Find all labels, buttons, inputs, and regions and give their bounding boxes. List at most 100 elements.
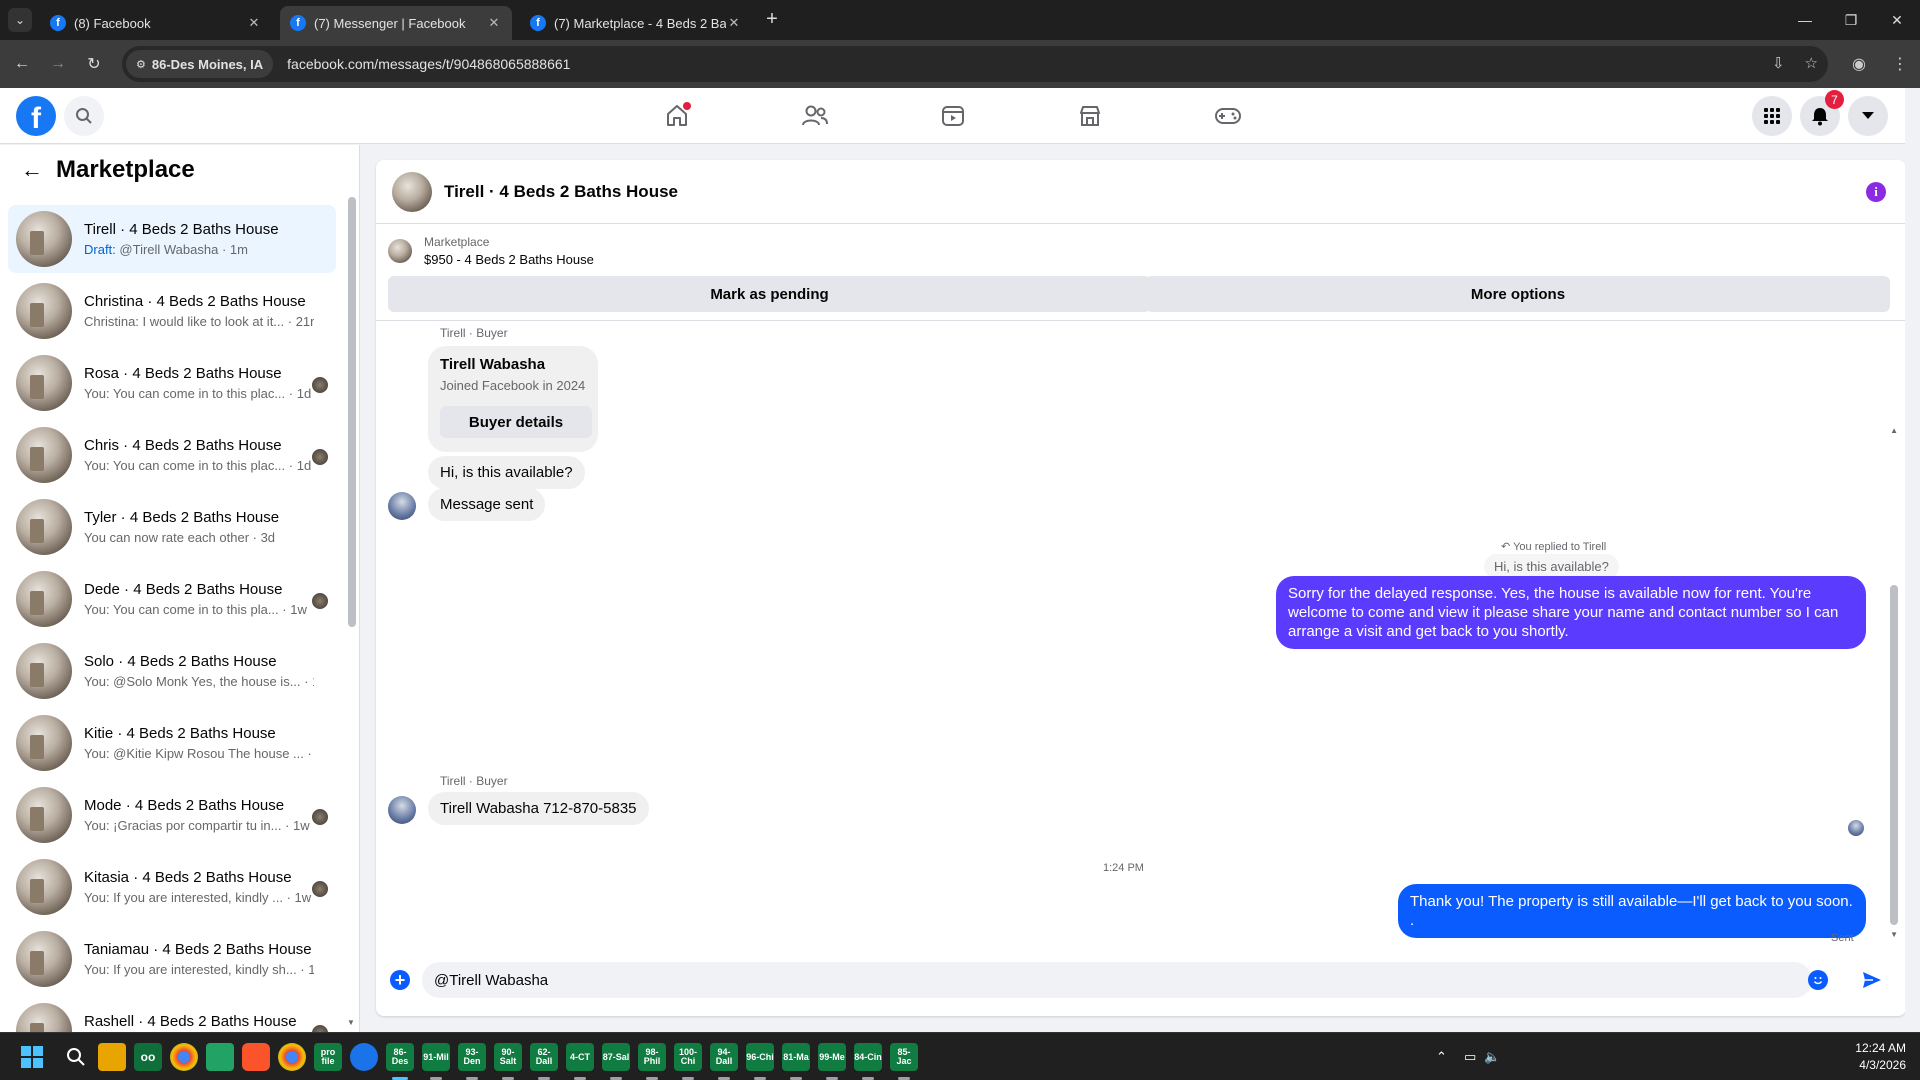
menu-button[interactable]: [1752, 96, 1792, 136]
message-bubble-incoming[interactable]: Hi, is this available?: [428, 456, 585, 489]
plus-icon[interactable]: +: [390, 970, 410, 990]
pinned-app-icon[interactable]: 85-Jac: [890, 1043, 918, 1071]
minimize-icon[interactable]: —: [1782, 0, 1828, 40]
conversation-item[interactable]: Tirell · 4 Beds 2 Baths House Draft: @Tir…: [8, 205, 336, 273]
close-window-icon[interactable]: ✕: [1874, 0, 1920, 40]
page-scrollbar[interactable]: [1905, 88, 1920, 1032]
scroll-down-arrow-icon[interactable]: ▼: [1890, 930, 1898, 939]
tray-overflow-chevron-icon[interactable]: ⌃: [1436, 1033, 1447, 1080]
pinned-app-icon[interactable]: 98-Phil: [638, 1043, 666, 1071]
notifications-button[interactable]: 7: [1800, 90, 1844, 136]
pinned-app-icon[interactable]: 84-Cin: [854, 1043, 882, 1071]
friends-nav-button[interactable]: [799, 100, 831, 132]
close-tab-icon[interactable]: ✕: [486, 15, 502, 31]
message-bubble-outgoing[interactable]: Thank you! The property is still availab…: [1398, 884, 1866, 938]
listing-avatar[interactable]: [392, 171, 432, 212]
reload-icon[interactable]: ↻: [82, 52, 106, 76]
taskbar-clock[interactable]: 12:24 AM 4/3/2026: [1826, 1040, 1906, 1074]
back-arrow-icon[interactable]: ←: [10, 52, 34, 76]
send-icon[interactable]: [1860, 968, 1884, 992]
browser-menu-icon[interactable]: ⋮: [1892, 54, 1908, 74]
forward-arrow-icon[interactable]: →: [46, 52, 70, 76]
browser-tab-marketplace[interactable]: f (7) Marketplace - 4 Beds 2 Bath ✕: [520, 6, 752, 40]
conversation-item[interactable]: Kitie · 4 Beds 2 Baths House You: @Kitie …: [8, 709, 336, 777]
message-input[interactable]: [422, 962, 1812, 998]
home-nav-button[interactable]: [661, 100, 693, 132]
search-button[interactable]: [64, 96, 104, 136]
info-icon[interactable]: i: [1866, 182, 1886, 202]
network-icon[interactable]: ▭: [1464, 1033, 1476, 1080]
buyer-details-button[interactable]: Buyer details: [440, 406, 592, 438]
conversation-item[interactable]: Tyler · 4 Beds 2 Baths House You can now …: [8, 493, 336, 561]
windows-start-icon[interactable]: [18, 1043, 46, 1071]
install-app-icon[interactable]: ⇩: [1772, 54, 1785, 72]
message-bubble-incoming[interactable]: Tirell Wabasha 712-870-5835: [428, 792, 649, 825]
pro-file-icon[interactable]: pro file: [314, 1043, 342, 1071]
spreadsheet-app-icon[interactable]: [206, 1043, 234, 1071]
tab-search-chevron-icon[interactable]: ⌄: [8, 8, 32, 32]
marketplace-nav-button[interactable]: [1074, 100, 1106, 132]
pinned-app-icon[interactable]: 96-Chi: [746, 1043, 774, 1071]
pinned-app-icon[interactable]: 90-Salt: [494, 1043, 522, 1071]
pinned-app-icon[interactable]: 81-Ma: [782, 1043, 810, 1071]
scroll-up-arrow-icon[interactable]: ▲: [1890, 426, 1898, 435]
restore-icon[interactable]: ❐: [1828, 0, 1874, 40]
conversation-item[interactable]: Rashell · 4 Beds 2 Baths HouseYou: Thank…: [8, 997, 336, 1032]
sidebar-scrollbar[interactable]: [348, 197, 356, 627]
chat-scrollbar[interactable]: [1890, 585, 1898, 925]
conversation-item[interactable]: Rosa · 4 Beds 2 Baths House You: You can …: [8, 349, 336, 417]
buyer-avatar[interactable]: [388, 796, 416, 824]
gaming-nav-button[interactable]: [1212, 100, 1244, 132]
browser-tab-facebook[interactable]: f (8) Facebook ✕: [40, 6, 272, 40]
app-oo-icon[interactable]: oo: [134, 1043, 162, 1071]
conversation-item[interactable]: Mode · 4 Beds 2 Baths House You: ¡Gracias…: [8, 781, 336, 849]
pinned-app-icon[interactable]: 99-Me: [818, 1043, 846, 1071]
close-tab-icon[interactable]: ✕: [726, 15, 742, 31]
conversation-item[interactable]: Christina · 4 Beds 2 Baths House Christin…: [8, 277, 336, 345]
conversation-item[interactable]: Dede · 4 Beds 2 Baths House You: You can …: [8, 565, 336, 633]
volume-icon[interactable]: 🔈: [1484, 1033, 1500, 1080]
pinned-app-icon[interactable]: 91-Mil: [422, 1043, 450, 1071]
chat-title[interactable]: Tirell · 4 Beds 2 Baths House: [444, 182, 678, 202]
address-bar[interactable]: ⚙ 86-Des Moines, IA facebook.com/message…: [122, 46, 1828, 82]
brave-browser-icon[interactable]: [242, 1043, 270, 1071]
listing-price-title[interactable]: $950 - 4 Beds 2 Baths House: [424, 252, 594, 267]
scroll-down-arrow-icon[interactable]: ▼: [347, 1018, 355, 1027]
message-text-tail: .: [1410, 912, 1415, 929]
pinned-app-icon[interactable]: 100-Chi: [674, 1043, 702, 1071]
pinned-app-icon[interactable]: 87-Sal: [602, 1043, 630, 1071]
facebook-logo-icon[interactable]: f: [16, 96, 56, 136]
chrome-icon[interactable]: [170, 1043, 198, 1071]
more-options-button[interactable]: More options: [1146, 276, 1890, 312]
bookmark-star-icon[interactable]: ☆: [1805, 54, 1818, 72]
pinned-app-icon[interactable]: 94-Dall: [710, 1043, 738, 1071]
chevron-down-icon: [1862, 112, 1874, 119]
mark-as-pending-button[interactable]: Mark as pending: [388, 276, 1151, 312]
app-circle-icon[interactable]: [350, 1043, 378, 1071]
location-chip[interactable]: ⚙ 86-Des Moines, IA: [126, 50, 274, 78]
conversation-item[interactable]: Chris · 4 Beds 2 Baths House You: You can…: [8, 421, 336, 489]
taskbar-search-icon[interactable]: [62, 1043, 90, 1071]
buyer-avatar[interactable]: [388, 492, 416, 520]
conversation-item[interactable]: Taniamau · 4 Beds 2 Baths House You: If y…: [8, 925, 336, 993]
back-arrow-icon[interactable]: ←: [20, 157, 44, 182]
conversation-item[interactable]: Kitasia · 4 Beds 2 Baths House You: If yo…: [8, 853, 336, 921]
file-explorer-icon[interactable]: [98, 1043, 126, 1071]
pinned-app-icon[interactable]: 86-Des: [386, 1043, 414, 1071]
listing-thumbnail[interactable]: [388, 239, 412, 263]
conversation-item[interactable]: Solo · 4 Beds 2 Baths House You: @Solo Mo…: [8, 637, 336, 705]
pinned-app-icon[interactable]: 93-Den: [458, 1043, 486, 1071]
chrome-profile-icon[interactable]: [278, 1043, 306, 1071]
url-text[interactable]: facebook.com/messages/t/904868065888661: [287, 56, 570, 72]
new-tab-plus-icon[interactable]: +: [760, 8, 784, 31]
emoji-icon[interactable]: [1808, 970, 1828, 990]
pinned-app-icon[interactable]: 4-CT: [566, 1043, 594, 1071]
pinned-app-icon[interactable]: 62-Dall: [530, 1043, 558, 1071]
message-bubble-outgoing[interactable]: Sorry for the delayed response. Yes, the…: [1276, 576, 1866, 649]
video-nav-button[interactable]: [937, 100, 969, 132]
account-button[interactable]: [1848, 96, 1888, 136]
message-bubble-incoming[interactable]: Message sent: [428, 488, 546, 521]
profile-icon[interactable]: ◉: [1852, 54, 1866, 74]
close-tab-icon[interactable]: ✕: [246, 15, 262, 31]
browser-tab-messenger[interactable]: f (7) Messenger | Facebook ✕: [280, 6, 512, 40]
